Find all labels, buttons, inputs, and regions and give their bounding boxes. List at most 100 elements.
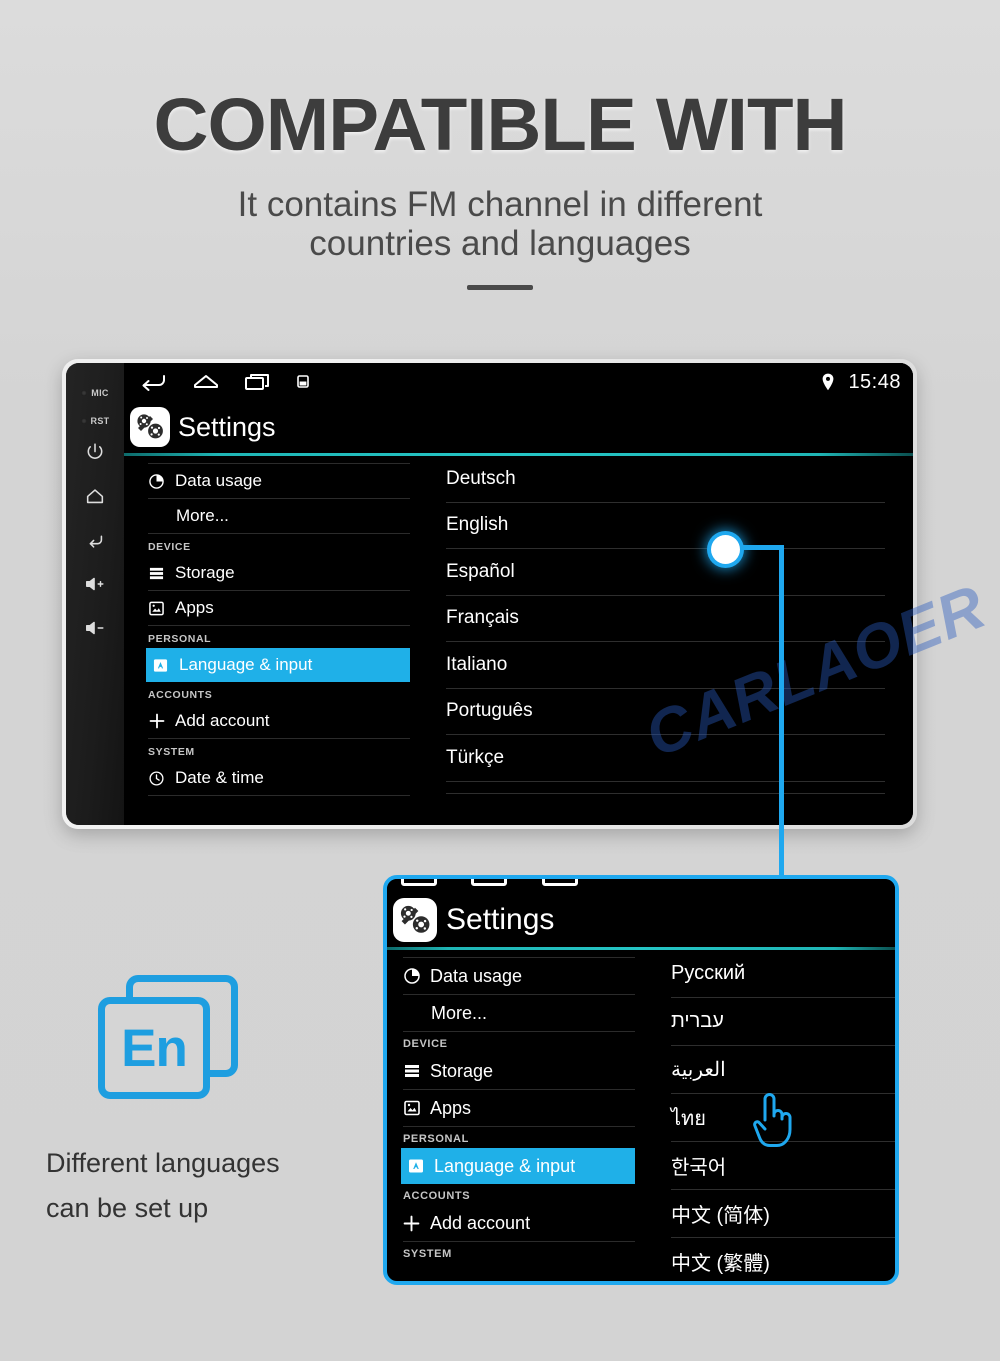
back-icon-stub <box>401 879 437 886</box>
sidebar-item-apps[interactable]: Apps <box>403 1090 635 1127</box>
mic-indicator: MIC <box>81 379 108 407</box>
status-bar: 15:48 <box>124 363 913 401</box>
language-option[interactable]: 中文 (繁體) <box>671 1238 895 1281</box>
sidebar-item-add-account[interactable]: Add account <box>148 704 410 739</box>
language-cards-icon: En <box>98 975 258 1115</box>
pie-glyph <box>149 473 164 489</box>
language-option[interactable]: العربية <box>671 1046 895 1094</box>
sidebar-item-storage[interactable]: Storage <box>148 556 410 591</box>
language-option[interactable]: Deutsch <box>446 456 885 503</box>
callout-line-horizontal <box>736 545 784 550</box>
settings-menu-list: Data usage More... DEVICE Storage Apps P… <box>124 456 424 825</box>
sidebar-item-label: Apps <box>430 1097 472 1118</box>
sidebar-item-date-and-time[interactable]: Date & time <box>148 761 410 796</box>
sidebar-item-label: Apps <box>175 598 214 617</box>
language-option[interactable]: English <box>446 503 885 549</box>
reset-led-dot <box>80 418 87 424</box>
home-button[interactable] <box>78 479 112 513</box>
page-title: COMPATIBLE WITH <box>153 83 847 166</box>
storage-icon <box>403 1063 420 1080</box>
sidebar-item-add-account[interactable]: Add account <box>403 1205 635 1242</box>
language-icon <box>152 657 169 674</box>
sidebar-item-label: Add account <box>430 1212 531 1233</box>
apps-icon <box>403 1100 420 1117</box>
sidebar-item-data-usage[interactable]: Data usage <box>403 958 635 995</box>
back-button[interactable] <box>78 523 112 557</box>
sidebar-item-data-usage[interactable]: Data usage <box>148 464 410 499</box>
car-head-unit: MIC RST 15:48 Settings Data usage More..… <box>62 359 917 829</box>
plus-glyph <box>403 1215 420 1231</box>
section-header-accounts: ACCOUNTS <box>148 689 213 701</box>
sidebar-item-storage[interactable]: Storage <box>403 1053 635 1090</box>
nav-icon-group <box>132 371 310 393</box>
head-unit-screen: 15:48 Settings Data usage More... DEVICE… <box>124 363 913 825</box>
apps-glyph <box>403 1100 420 1116</box>
sidebar-item-more[interactable]: More... <box>403 995 635 1032</box>
sidebar-item-language-and-input[interactable]: Language & input <box>401 1148 635 1184</box>
language-option[interactable]: Русский <box>671 950 895 998</box>
settings-gear-icon <box>393 898 437 942</box>
language-option[interactable]: 한국어 <box>671 1142 895 1190</box>
sidebar-item-label: More... <box>176 506 229 525</box>
section-header-system: SYSTEM <box>403 1248 452 1260</box>
zoom-settings-content: Data usage More... DEVICE Storage Apps P… <box>387 950 895 1277</box>
language-option-partial[interactable] <box>446 782 885 794</box>
language-option[interactable]: Español <box>446 549 885 596</box>
language-option[interactable]: Italiano <box>446 642 885 689</box>
pie-glyph <box>403 968 420 984</box>
settings-content: Data usage More... DEVICE Storage Apps P… <box>124 456 913 825</box>
clock-glyph <box>149 770 164 786</box>
clock-time: 15:48 <box>848 370 901 393</box>
home-icon-stub <box>471 879 507 886</box>
sidebar-item-label: Date & time <box>175 768 264 787</box>
zoom-detail-panel: Settings Data usage More... DEVICE Stora… <box>383 875 899 1285</box>
power-icon <box>87 443 103 459</box>
app-title-bar: Settings <box>124 401 913 453</box>
clock-icon <box>148 770 165 787</box>
mic-led-dot <box>81 390 88 396</box>
sidebar-item-label: Data usage <box>175 471 262 490</box>
reset-label: RST <box>90 416 110 426</box>
sidebar-item-apps[interactable]: Apps <box>148 591 410 626</box>
language-option[interactable]: Português <box>446 689 885 735</box>
reset-indicator[interactable]: RST <box>80 407 110 435</box>
sidebar-item-label: Data usage <box>430 965 523 986</box>
sidebar-item-more[interactable]: More... <box>148 499 410 534</box>
sidebar-item-label: Language & input <box>179 655 313 674</box>
data-usage-icon <box>403 968 420 985</box>
list-top-stub <box>148 456 410 464</box>
language-option[interactable]: Français <box>446 596 885 642</box>
language-option[interactable]: Türkçe <box>446 735 885 782</box>
storage-icon <box>148 565 165 582</box>
sidebar-item-label: Storage <box>430 1060 494 1081</box>
location-pin-icon <box>823 373 834 391</box>
language-option[interactable]: 中文 (简体) <box>671 1190 895 1238</box>
language-icon <box>407 1158 424 1175</box>
card-front-shape: En <box>98 997 210 1099</box>
volume-up-button[interactable] <box>78 567 112 601</box>
feature-caption-line-1: Different languages <box>46 1148 280 1178</box>
volume-down-button[interactable] <box>78 611 112 645</box>
gear-glyph <box>137 414 163 439</box>
section-header-personal: PERSONAL <box>403 1133 469 1145</box>
hero-subtitle-line-1: It contains FM channel in different <box>237 185 763 225</box>
hero-subtitle: It contains FM channel in different coun… <box>0 185 1000 263</box>
back-icon <box>89 535 103 548</box>
zoom-settings-menu-list: Data usage More... DEVICE Storage Apps P… <box>387 950 645 1277</box>
recents-icon[interactable] <box>244 371 272 393</box>
apps-glyph <box>149 601 164 615</box>
section-header-accounts: ACCOUNTS <box>403 1190 471 1202</box>
language-feature-block: En Different languages can be set up <box>44 975 364 1230</box>
section-header-device: DEVICE <box>148 541 191 553</box>
sidebar-item-language-and-input[interactable]: Language & input <box>146 648 410 682</box>
mic-label: MIC <box>91 388 109 398</box>
language-option[interactable]: עברית <box>671 998 895 1046</box>
volume-down-icon <box>86 621 104 635</box>
home-icon[interactable] <box>192 371 220 393</box>
language-options-list: Deutsch English Español Français Italian… <box>424 456 913 825</box>
apps-icon <box>148 600 165 617</box>
screenshot-icon[interactable] <box>296 374 310 390</box>
power-button[interactable] <box>78 435 112 469</box>
back-icon[interactable] <box>138 371 168 393</box>
volume-up-icon <box>86 577 104 591</box>
